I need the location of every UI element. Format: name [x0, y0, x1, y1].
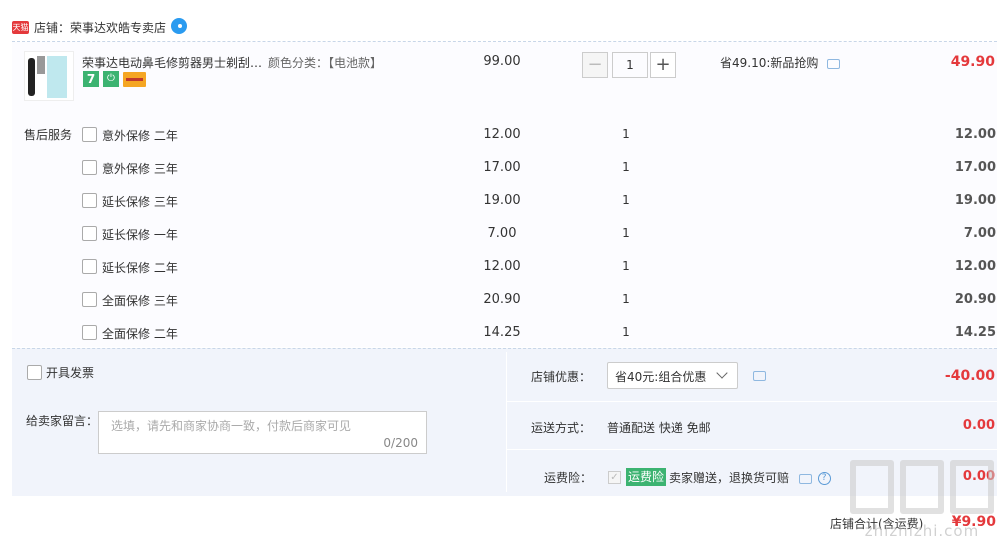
promotion-text: 省49.10:新品抢购 — [720, 54, 841, 71]
service-checkbox[interactable] — [82, 193, 97, 208]
service-checkbox[interactable] — [82, 292, 97, 307]
increase-quantity-button[interactable]: + — [650, 52, 676, 78]
service-row: 全面保修 三年 20.90 1 20.90 — [0, 292, 997, 325]
message-placeholder: 选填，请先和商家协商一致，付款后商家可见 — [111, 419, 352, 433]
service-price: 7.00 — [487, 226, 517, 241]
service-price: 14.25 — [483, 325, 521, 340]
chat-bubble-icon[interactable] — [798, 473, 812, 484]
divider — [507, 449, 997, 450]
service-name: 延长保修 二年 — [102, 261, 178, 275]
service-sum: 7.00 — [963, 226, 996, 241]
service-price: 17.00 — [483, 160, 521, 175]
watermark-glyph — [950, 460, 994, 514]
product-title-link[interactable]: 荣事达电动鼻毛修剪器男士剃刮… — [82, 54, 262, 71]
service-sum: 19.00 — [954, 193, 996, 208]
service-name: 意外保修 二年 — [102, 129, 178, 143]
insurance-badge: 运费险 — [626, 468, 667, 486]
service-quantity: 1 — [622, 226, 630, 240]
service-row: 意外保修 三年 17.00 1 17.00 — [0, 160, 997, 193]
service-sum: 14.25 — [954, 325, 996, 340]
service-price: 19.00 — [483, 193, 521, 208]
service-quantity: 1 — [622, 127, 630, 141]
item-subtotal: 49.90 — [950, 54, 995, 70]
service-name: 意外保修 三年 — [102, 162, 178, 176]
message-label: 给卖家留言： — [26, 414, 99, 428]
thumbnail-graphic — [47, 56, 67, 98]
invoice-label[interactable]: 开具发票 — [46, 364, 94, 381]
chevron-down-icon — [716, 367, 728, 379]
service-name: 全面保修 二年 — [102, 327, 178, 341]
divider — [506, 352, 507, 492]
chat-bubble-icon[interactable] — [827, 58, 841, 69]
service-checkbox[interactable] — [82, 325, 97, 340]
discount-value: -40.00 — [944, 368, 995, 384]
shop-discount-label: 店铺优惠： — [531, 370, 592, 384]
service-price: 20.90 — [483, 292, 521, 307]
thumbnail-graphic — [37, 56, 45, 74]
credit-card-icon[interactable] — [123, 72, 146, 87]
watermark-glyph — [900, 460, 944, 514]
product-thumbnail[interactable] — [24, 51, 74, 101]
service-row: 延长保修 二年 12.00 1 12.00 — [0, 259, 997, 292]
service-quantity: 1 — [622, 259, 630, 273]
service-row: 延长保修 三年 19.00 1 19.00 — [0, 193, 997, 226]
service-quantity: 1 — [622, 193, 630, 207]
service-checkbox[interactable] — [82, 226, 97, 241]
service-sum: 17.00 — [954, 160, 996, 175]
question-icon[interactable]: ? — [817, 472, 831, 485]
service-sum: 20.90 — [954, 292, 996, 307]
product-sku: 颜色分类：【电池款】 — [268, 56, 383, 70]
tmall-badge-icon: 天猫 — [12, 21, 29, 34]
shop-name[interactable]: 店铺：荣事达欢皓专卖店 — [34, 19, 166, 36]
service-quantity: 1 — [622, 160, 630, 174]
quantity-input[interactable]: 1 — [612, 52, 648, 78]
seller-message-input[interactable]: 选填，请先和商家协商一致，付款后商家可见 0/200 — [98, 411, 427, 454]
service-row: 意外保修 二年 12.00 1 12.00 — [0, 127, 997, 160]
seven-day-return-icon[interactable]: 7 — [83, 71, 99, 87]
service-sum: 12.00 — [954, 127, 996, 142]
insurance-text: 卖家赠送，退换货可赔 ? — [669, 469, 831, 486]
service-name: 全面保修 三年 — [102, 294, 178, 308]
service-sum: 12.00 — [954, 259, 996, 274]
service-row: 延长保修 一年 7.00 1 7.00 — [0, 226, 997, 259]
service-price: 12.00 — [483, 127, 521, 142]
invoice-checkbox[interactable] — [27, 365, 42, 380]
service-checkbox[interactable] — [82, 259, 97, 274]
watermark-glyph — [850, 460, 894, 514]
service-quantity: 1 — [622, 292, 630, 306]
shipping-value: 0.00 — [962, 418, 995, 433]
divider — [507, 401, 997, 402]
thumbnail-graphic — [28, 58, 35, 96]
unit-price: 99.00 — [483, 54, 521, 69]
insurance-description: 卖家赠送，退换货可赔 — [669, 471, 790, 485]
service-checkbox[interactable] — [82, 127, 97, 142]
insurance-label: 运费险： — [544, 471, 593, 485]
guarantee-icon[interactable]: ⏻ — [103, 71, 119, 87]
chat-bubble-icon[interactable] — [753, 371, 766, 381]
decrease-quantity-button[interactable]: − — [582, 52, 608, 78]
discount-selected: 省40元:组合优惠 — [615, 370, 707, 384]
wangwang-chat-icon[interactable] — [171, 18, 187, 34]
shipping-method: 普通配送 快递 免邮 — [607, 421, 711, 435]
promotion-label: 省49.10:新品抢购 — [720, 56, 819, 70]
watermark-text: zhizhizhi.com — [864, 522, 980, 540]
discount-select[interactable]: 省40元:组合优惠 — [607, 362, 738, 389]
service-name: 延长保修 三年 — [102, 195, 178, 209]
watermark-logo: zhizhizhi.com — [848, 460, 996, 545]
message-counter: 0/200 — [383, 436, 418, 450]
insurance-checkbox[interactable]: ✓ — [608, 471, 621, 484]
service-price: 12.00 — [483, 259, 521, 274]
service-quantity: 1 — [622, 325, 630, 339]
service-name: 延长保修 一年 — [102, 228, 178, 242]
service-checkbox[interactable] — [82, 160, 97, 175]
shipping-label: 运送方式： — [531, 421, 592, 435]
